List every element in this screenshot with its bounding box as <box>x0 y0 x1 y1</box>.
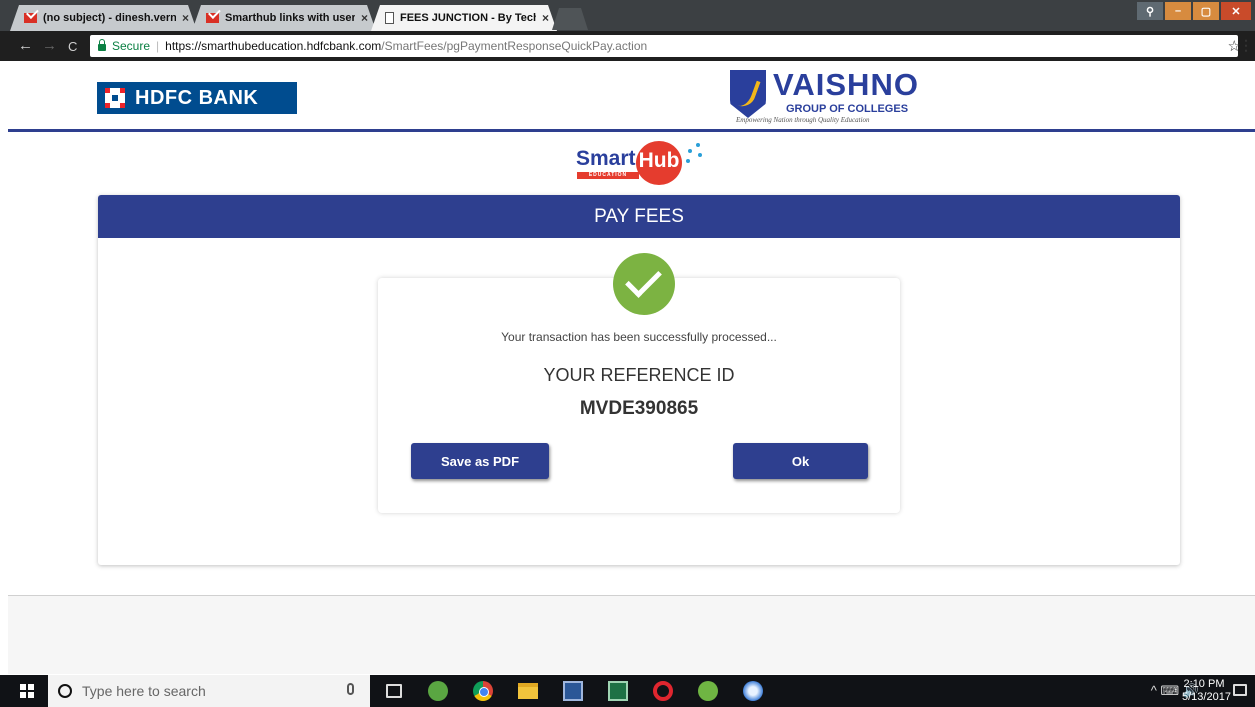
hdfc-mark-icon <box>105 88 125 108</box>
clock-time: 2:10 PM <box>1183 678 1225 690</box>
url-path: /SmartFees/pgPaymentResponseQuickPay.act… <box>381 39 648 53</box>
smarthub-smart-text: Smart <box>576 147 636 170</box>
ok-button[interactable]: Ok <box>733 443 868 479</box>
close-icon[interactable]: × <box>182 11 189 25</box>
page-footer <box>8 596 1255 674</box>
smarthub-hub-text: Hub <box>636 141 682 185</box>
college-subtitle: GROUP OF COLLEGES <box>786 103 909 115</box>
document-icon <box>385 12 394 24</box>
header-divider <box>8 129 1255 132</box>
tab-title: (no subject) - dinesh.vern <box>43 12 176 24</box>
address-bar: ← → C Secure | https://smarthubeducation… <box>0 31 1255 61</box>
tab-title: Smarthub links with user <box>225 12 355 24</box>
clock-date: 5/13/2017 <box>1182 691 1231 703</box>
secure-label: Secure <box>112 39 151 53</box>
microphone-icon[interactable] <box>347 683 354 695</box>
close-icon[interactable]: × <box>542 11 549 25</box>
vaishno-emblem-icon <box>730 70 766 118</box>
smarthub-logo: Smart Hub EDUCATION <box>574 137 714 187</box>
tab-title: FEES JUNCTION - By Tech <box>400 12 536 24</box>
reload-button[interactable]: C <box>68 39 77 54</box>
url-separator: | <box>156 39 160 53</box>
gmail-icon <box>24 13 37 23</box>
college-name: VAISHNO <box>773 67 919 102</box>
hdfc-bank-logo: HDFC BANK <box>97 82 297 114</box>
forward-button[interactable]: → <box>42 37 57 54</box>
bank-name: HDFC BANK <box>135 86 259 109</box>
card-title: PAY FEES <box>98 195 1180 238</box>
taskbar-search[interactable] <box>48 675 370 707</box>
lock-icon <box>98 39 106 51</box>
window-controls: ⚲ – ▢ ✕ <box>1137 2 1251 20</box>
safari-icon[interactable] <box>743 681 763 701</box>
chrome-icon[interactable] <box>473 681 493 701</box>
pay-fees-card: PAY FEES Your transaction has been succe… <box>98 195 1180 565</box>
taskbar-search-input[interactable] <box>82 683 332 699</box>
success-message: Your transaction has been successfully p… <box>501 330 777 344</box>
utorrent-icon[interactable] <box>698 681 718 701</box>
success-check-icon <box>613 253 675 315</box>
gmail-icon <box>206 13 219 23</box>
close-window-button[interactable]: ✕ <box>1221 2 1251 20</box>
windows-taskbar: ^ ⌨ 🔊 <box>0 675 1255 707</box>
college-tagline: Empowering Nation through Quality Educat… <box>736 116 870 124</box>
tab-smarthub-links[interactable]: Smarthub links with user × <box>192 5 376 31</box>
close-icon[interactable]: × <box>361 11 368 25</box>
transaction-result-panel: Your transaction has been successfully p… <box>378 253 900 513</box>
smarthub-edu-text: EDUCATION <box>577 172 639 179</box>
url-host: https://smarthubeducation.hdfcbank.com <box>165 39 382 53</box>
save-as-pdf-button[interactable]: Save as PDF <box>411 443 549 479</box>
tab-fees-junction[interactable]: FEES JUNCTION - By Tech × <box>371 5 557 31</box>
opera-icon[interactable] <box>653 681 673 701</box>
back-button[interactable]: ← <box>18 37 33 54</box>
green-app-icon[interactable] <box>428 681 448 701</box>
file-explorer-icon[interactable] <box>518 683 538 699</box>
task-view-icon[interactable] <box>386 684 402 698</box>
cortana-icon <box>58 684 72 698</box>
taskbar-clock[interactable]: 2:10 PM 5/13/2017 <box>1182 678 1231 704</box>
network-dots-icon <box>684 143 704 165</box>
excel-icon[interactable] <box>608 681 628 701</box>
url-field[interactable]: Secure | https://smarthubeducation.hdfcb… <box>90 35 1238 57</box>
reference-id-value: MVDE390865 <box>579 398 699 419</box>
action-center-icon[interactable] <box>1233 684 1247 696</box>
new-tab-button[interactable] <box>552 8 588 30</box>
browser-menu-icon[interactable]: ⋮ <box>1239 37 1253 54</box>
minimize-button[interactable]: – <box>1165 2 1191 20</box>
vaishno-logo: VAISHNO GROUP OF COLLEGES Empowering Nat… <box>730 67 920 126</box>
reference-id-label: YOUR REFERENCE ID <box>543 365 735 385</box>
user-profile-icon[interactable]: ⚲ <box>1137 2 1163 20</box>
tab-gmail-no-subject[interactable]: (no subject) - dinesh.vern × <box>10 5 197 31</box>
word-icon[interactable] <box>563 681 583 701</box>
maximize-button[interactable]: ▢ <box>1193 2 1219 20</box>
windows-start-icon[interactable] <box>20 684 34 698</box>
browser-tab-strip: (no subject) - dinesh.vern × Smarthub li… <box>0 0 1255 31</box>
